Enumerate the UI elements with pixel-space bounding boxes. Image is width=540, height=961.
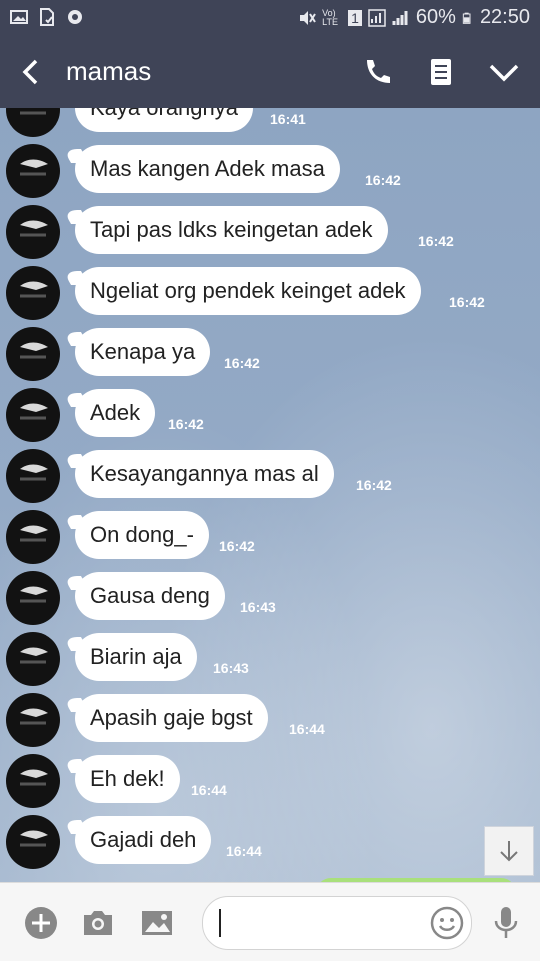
camera-icon[interactable] xyxy=(80,905,116,941)
arrow-down-icon xyxy=(500,841,518,862)
message-time: 16:43 xyxy=(213,660,249,676)
avatar[interactable] xyxy=(6,510,60,564)
scroll-to-bottom-button[interactable] xyxy=(484,826,534,876)
message-time: 16:44 xyxy=(191,782,227,798)
message-text: Tapi pas ldks keingetan adek xyxy=(90,217,373,242)
settings-notification-icon xyxy=(68,10,82,24)
message-row: Ngeliat org pendek keinget adek 16:42 xyxy=(0,266,540,327)
message-text: Gausa deng xyxy=(90,583,210,608)
phone-icon[interactable] xyxy=(360,54,396,90)
message-row: Tapi pas ldks keingetan adek 16:42 xyxy=(0,205,540,266)
message-bubble[interactable]: Gajadi deh xyxy=(75,816,212,864)
message-row: Gausa deng 16:43 xyxy=(0,571,540,632)
avatar[interactable] xyxy=(6,266,60,320)
message-time: 16:42 xyxy=(219,538,255,554)
message-bubble[interactable]: Gausa deng xyxy=(75,572,225,620)
message-text: Ngeliat org pendek keinget adek xyxy=(90,278,406,303)
sim-indicator: 1 xyxy=(348,9,362,26)
avatar[interactable] xyxy=(6,108,60,137)
message-bubble[interactable]: Eh dek! xyxy=(75,755,180,803)
message-time: 16:42 xyxy=(418,233,454,249)
message-bubble[interactable]: Biarin aja xyxy=(75,633,197,681)
volte-indicator: Vo) LTE xyxy=(322,7,338,27)
message-time: 16:44 xyxy=(226,843,262,859)
message-input[interactable] xyxy=(202,896,472,950)
message-row: Gajadi deh 16:44 xyxy=(0,815,540,876)
message-time: 16:42 xyxy=(224,355,260,371)
avatar[interactable] xyxy=(6,815,60,869)
message-bubble[interactable]: Ngeliat org pendek keinget adek xyxy=(75,267,421,315)
message-row: Mas kangen Adek masa 16:42 xyxy=(0,144,540,205)
message-text: On dong_- xyxy=(90,522,194,547)
message-row: Kaya orangnya 16:41 xyxy=(0,108,540,144)
message-time: 16:42 xyxy=(365,172,401,188)
avatar[interactable] xyxy=(6,571,60,625)
text-cursor xyxy=(219,909,221,937)
avatar[interactable] xyxy=(6,449,60,503)
message-time: 16:42 xyxy=(356,477,392,493)
message-time: 16:44 xyxy=(289,721,325,737)
signal-icon xyxy=(368,8,386,27)
avatar[interactable] xyxy=(6,327,60,381)
chevron-down-icon[interactable] xyxy=(486,54,522,90)
message-time: 16:42 xyxy=(449,294,485,310)
message-bubble[interactable]: Tapi pas ldks keingetan adek xyxy=(75,206,388,254)
chat-title: mamas xyxy=(66,56,152,86)
chat-header: mamas xyxy=(0,36,540,108)
message-text: Biarin aja xyxy=(90,644,182,669)
message-text: Apasih gaje bgst xyxy=(90,705,253,730)
message-time: 16:43 xyxy=(240,599,276,615)
status-bar: Vo) LTE 1 60% 22:50 xyxy=(0,0,540,36)
plus-icon[interactable] xyxy=(23,905,59,941)
message-compose-bar xyxy=(0,882,540,961)
message-text: Kenapa ya xyxy=(90,339,196,364)
message-time: 16:41 xyxy=(270,111,306,127)
message-text: Adek xyxy=(90,400,141,425)
avatar[interactable] xyxy=(6,388,60,442)
message-time: 16:42 xyxy=(168,416,204,432)
message-row: Eh dek! 16:44 xyxy=(0,754,540,815)
notes-icon[interactable] xyxy=(423,54,459,90)
mute-icon xyxy=(300,10,316,25)
message-row: Kesayangannya mas al 16:42 xyxy=(0,449,540,510)
back-arrow-icon[interactable] xyxy=(14,54,50,90)
message-text: Gajadi deh xyxy=(90,827,197,852)
message-row: On dong_- 16:42 xyxy=(0,510,540,571)
message-bubble[interactable]: Mas kangen Adek masa xyxy=(75,145,340,193)
message-bubble[interactable]: Kenapa ya xyxy=(75,328,211,376)
message-row: Biarin aja 16:43 xyxy=(0,632,540,693)
message-text: Kesayangannya mas al xyxy=(90,461,319,486)
message-bubble[interactable]: Kaya orangnya xyxy=(75,108,253,132)
message-row: Kenapa ya 16:42 xyxy=(0,327,540,388)
message-bubble[interactable]: Apasih gaje bgst xyxy=(75,694,268,742)
message-bubble[interactable]: Kesayangannya mas al xyxy=(75,450,334,498)
document-notification-icon xyxy=(40,8,54,26)
avatar[interactable] xyxy=(6,754,60,808)
microphone-icon[interactable] xyxy=(488,905,524,941)
message-bubble[interactable]: Adek xyxy=(75,389,156,437)
avatar[interactable] xyxy=(6,693,60,747)
avatar[interactable] xyxy=(6,205,60,259)
avatar[interactable] xyxy=(6,144,60,198)
avatar[interactable] xyxy=(6,632,60,686)
message-text: Mas kangen Adek masa xyxy=(90,156,325,181)
battery-icon xyxy=(462,12,471,24)
message-row: Apasih gaje bgst 16:44 xyxy=(0,693,540,754)
message-bubble[interactable]: On dong_- xyxy=(75,511,209,559)
gallery-notification-icon xyxy=(10,10,28,24)
message-row: Adek 16:42 xyxy=(0,388,540,449)
emoji-icon[interactable] xyxy=(429,905,465,941)
signal-strength-icon xyxy=(392,10,408,25)
battery-percent: 60% xyxy=(415,6,456,28)
message-text: Kaya orangnya xyxy=(90,108,238,121)
message-text: Eh dek! xyxy=(90,766,165,791)
chat-area[interactable]: Kaya orangnya 16:41 Mas kangen Adek masa… xyxy=(0,108,540,882)
clock: 22:50 xyxy=(479,6,530,28)
image-icon[interactable] xyxy=(139,905,175,941)
